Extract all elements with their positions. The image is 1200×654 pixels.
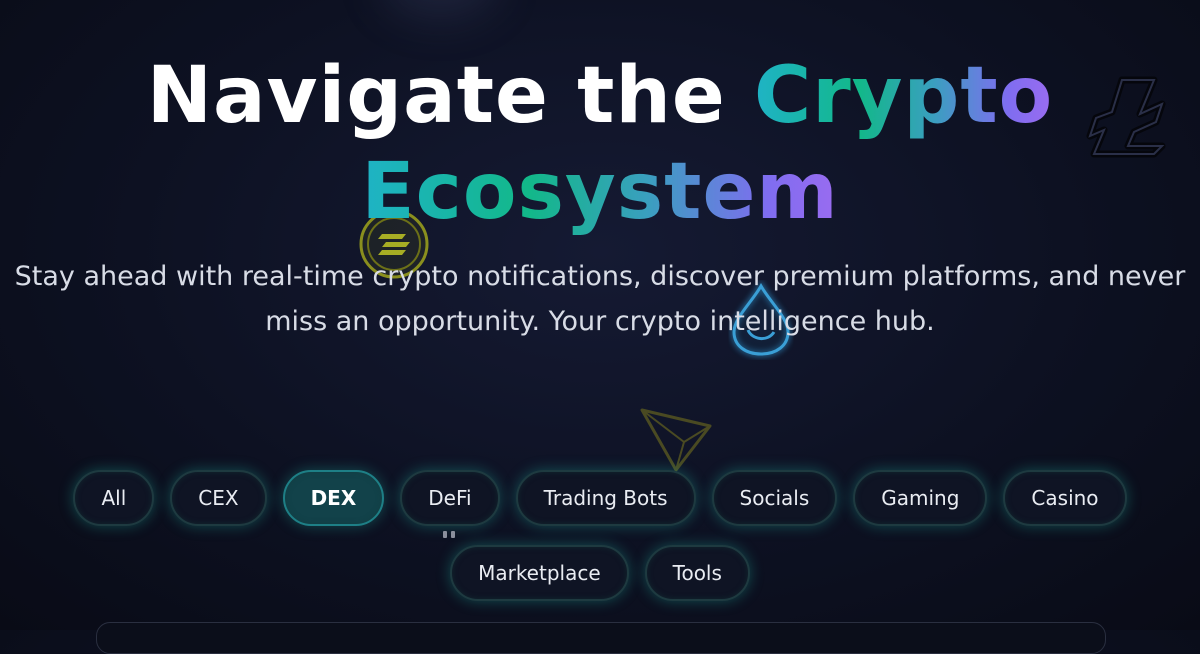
category-filter-row-1: All CEX DEX DeFi Trading Bots Socials Ga… <box>0 470 1200 526</box>
filter-chip-defi[interactable]: DeFi <box>400 470 500 526</box>
category-filter-row-2: Marketplace Tools <box>0 545 1200 601</box>
hero-title: Navigate the Crypto Ecosystem <box>0 48 1200 240</box>
filter-chip-gaming[interactable]: Gaming <box>853 470 988 526</box>
tron-icon <box>640 408 712 472</box>
hero-subtitle: Stay ahead with real-time crypto notific… <box>0 254 1200 344</box>
content-card-edge <box>96 622 1106 654</box>
filter-chip-cex[interactable]: CEX <box>170 470 267 526</box>
filter-chip-all[interactable]: All <box>73 470 155 526</box>
hero-title-accent-ecosystem: Ecosystem <box>361 147 839 237</box>
hero-subtitle-line2: miss an opportunity. Your crypto intelli… <box>265 306 935 337</box>
filter-chip-trading-bots[interactable]: Trading Bots <box>515 470 696 526</box>
drag-handle-icon <box>443 531 463 539</box>
filter-chip-socials[interactable]: Socials <box>711 470 838 526</box>
background-glow <box>380 0 500 20</box>
filter-chip-casino[interactable]: Casino <box>1003 470 1127 526</box>
hero-title-plain: Navigate the <box>146 51 754 141</box>
filter-chip-dex[interactable]: DEX <box>282 470 385 526</box>
filter-chip-marketplace[interactable]: Marketplace <box>450 545 629 601</box>
hero-subtitle-line1: Stay ahead with real-time crypto notific… <box>14 261 1186 292</box>
hero-title-accent-crypto: Crypto <box>753 51 1054 141</box>
filter-chip-tools[interactable]: Tools <box>644 545 750 601</box>
